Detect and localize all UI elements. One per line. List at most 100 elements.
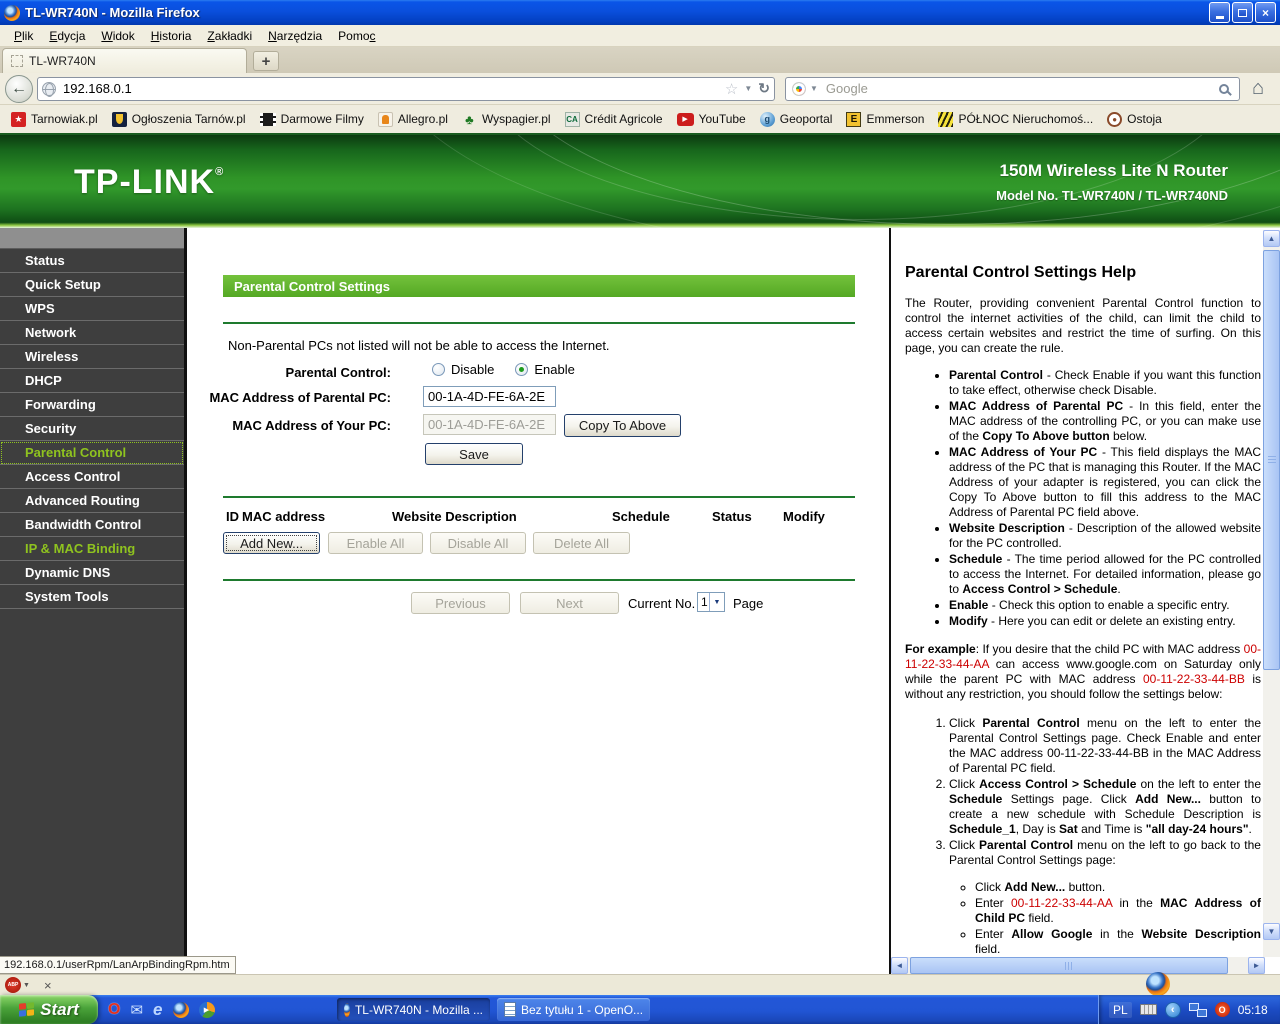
firefox-quicklaunch-icon[interactable]	[173, 1002, 189, 1018]
disable-all-button[interactable]: Disable All	[430, 532, 526, 554]
search-engine-dropdown-icon[interactable]: ▼	[810, 84, 818, 93]
outlook-express-icon[interactable]: ✉	[130, 1001, 143, 1019]
previous-button[interactable]: Previous	[411, 592, 510, 614]
minimize-button[interactable]	[1209, 2, 1230, 23]
save-button[interactable]: Save	[425, 443, 523, 465]
help-vertical-scrollbar[interactable]: ▲ ▼	[1263, 230, 1280, 957]
help-horizontal-scrollbar[interactable]: ◄ ►	[891, 957, 1265, 974]
task-openoffice[interactable]: Bez tytułu 1 - OpenO...	[497, 998, 650, 1021]
bookmark-tarnowiak[interactable]: ★Tarnowiak.pl	[6, 110, 103, 129]
enable-radio-label[interactable]: Enable	[534, 362, 574, 377]
page-select[interactable]: 1 ▼	[697, 592, 725, 612]
url-dropdown-icon[interactable]: ▼	[744, 84, 752, 93]
add-new-button[interactable]: Add New...	[223, 532, 320, 554]
sidebar-item-bandwidth-control[interactable]: Bandwidth Control	[0, 513, 184, 537]
geoportal-globe-icon: g	[760, 112, 775, 127]
enable-radio[interactable]	[515, 363, 528, 376]
your-mac-input	[423, 414, 556, 435]
sidebar-item-ip-mac-binding[interactable]: IP & MAC Binding	[0, 537, 184, 561]
select-arrow-icon[interactable]: ▼	[709, 593, 724, 611]
bookmark-wyspagier[interactable]: ♣Wyspagier.pl	[457, 110, 556, 129]
search-magnifier-icon[interactable]	[1219, 84, 1229, 94]
bookmark-ostoja[interactable]: ●Ostoja	[1102, 110, 1167, 129]
bookmark-credit-agricole[interactable]: CACrédit Agricole	[560, 110, 668, 129]
disable-radio-label[interactable]: Disable	[451, 362, 494, 377]
minimize-icon	[1216, 16, 1224, 19]
sidebar-item-dhcp[interactable]: DHCP	[0, 369, 184, 393]
home-button[interactable]: ⌂	[1252, 77, 1264, 100]
keyboard-layout-icon[interactable]	[1140, 1004, 1157, 1015]
menu-narzedzia[interactable]: Narzędzia	[260, 26, 330, 46]
start-button[interactable]: Start	[0, 995, 98, 1024]
bookmark-darmowe-filmy[interactable]: Darmowe Filmy	[255, 110, 369, 128]
url-text[interactable]: 192.168.0.1	[63, 81, 725, 96]
sidebar-item-security[interactable]: Security	[0, 417, 184, 441]
reload-icon[interactable]: ↻	[758, 80, 770, 97]
parental-mac-label: MAC Address of Parental PC:	[187, 390, 391, 405]
help-title: Parental Control Settings Help	[905, 264, 1261, 282]
network-tray-icon[interactable]	[1189, 1003, 1207, 1017]
scroll-left-icon[interactable]: ◄	[891, 957, 908, 974]
scroll-right-icon[interactable]: ►	[1248, 957, 1265, 974]
sidebar-item-parental-control[interactable]: Parental Control	[0, 441, 184, 465]
close-button[interactable]: ×	[1255, 2, 1276, 23]
sidebar-item-status[interactable]: Status	[0, 249, 184, 273]
restore-button[interactable]	[1232, 2, 1253, 23]
copy-to-above-button[interactable]: Copy To Above	[564, 414, 681, 437]
sidebar-item-dynamic-dns[interactable]: Dynamic DNS	[0, 561, 184, 585]
bookmark-ogloszenia-tarnow[interactable]: Ogłoszenia Tarnów.pl	[107, 110, 251, 129]
sidebar-item-advanced-routing[interactable]: Advanced Routing	[0, 489, 184, 513]
site-globe-icon	[42, 82, 56, 96]
menu-zakladki[interactable]: Zakładki	[199, 26, 260, 46]
enable-all-button[interactable]: Enable All	[328, 532, 423, 554]
product-name: 150M Wireless Lite N Router	[996, 161, 1228, 181]
addon-bar: ABP ▼ ×	[0, 974, 1280, 995]
sidebar-item-wps[interactable]: WPS	[0, 297, 184, 321]
tab-tl-wr740n[interactable]: TL-WR740N	[2, 48, 247, 73]
menu-historia[interactable]: Historia	[143, 26, 200, 46]
vertical-scroll-thumb[interactable]	[1263, 250, 1280, 670]
adblock-dropdown-icon[interactable]: ▼	[23, 982, 30, 989]
sidebar-item-system-tools[interactable]: System Tools	[0, 585, 184, 609]
language-indicator[interactable]: PL	[1109, 1002, 1132, 1018]
url-bar[interactable]: 192.168.0.1 ☆ ▼ ↻	[37, 77, 775, 101]
delete-all-button[interactable]: Delete All	[533, 532, 630, 554]
bookmark-emmerson[interactable]: EEmmerson	[841, 110, 929, 129]
sidebar-item-forwarding[interactable]: Forwarding	[0, 393, 184, 417]
sidebar-item-access-control[interactable]: Access Control	[0, 465, 184, 489]
new-tab-button[interactable]: +	[253, 51, 279, 71]
bookmark-polnoc[interactable]: PÓŁNOC Nieruchomoś...	[933, 110, 1098, 129]
opera-tray-icon[interactable]: O	[1215, 1002, 1230, 1017]
tarnow-crest-icon	[112, 112, 127, 127]
menu-edycja[interactable]: Edycja	[41, 26, 93, 46]
bookmark-allegro[interactable]: Allegro.pl	[373, 110, 453, 129]
scroll-down-icon[interactable]: ▼	[1263, 923, 1280, 940]
search-placeholder[interactable]: Google	[826, 81, 1219, 96]
sidebar-item-network[interactable]: Network	[0, 321, 184, 345]
bookmark-star-icon[interactable]: ☆	[725, 80, 738, 98]
sidebar-item-wireless[interactable]: Wireless	[0, 345, 184, 369]
addon-bar-close-button[interactable]: ×	[44, 978, 52, 993]
col-header-schedule: Schedule	[612, 509, 670, 524]
internet-explorer-icon[interactable]: e	[153, 1000, 162, 1020]
menu-plik[interactable]: Plik	[6, 26, 41, 46]
menu-widok[interactable]: Widok	[93, 26, 142, 46]
disable-radio[interactable]	[432, 363, 445, 376]
next-button[interactable]: Next	[520, 592, 619, 614]
back-button[interactable]: ←	[5, 75, 33, 103]
adblock-plus-icon[interactable]: ABP	[5, 977, 21, 993]
horizontal-scroll-thumb[interactable]	[910, 957, 1228, 974]
parental-mac-input[interactable]	[423, 386, 556, 407]
media-player-icon[interactable]: ▶	[199, 1002, 215, 1018]
sidebar-item-quick-setup[interactable]: Quick Setup	[0, 273, 184, 297]
model-number: Model No. TL-WR740N / TL-WR740ND	[996, 188, 1228, 203]
task-firefox[interactable]: TL-WR740N - Mozilla ...	[337, 998, 490, 1021]
search-bar[interactable]: ▼ Google	[785, 77, 1240, 101]
opera-quicklaunch-icon[interactable]: O	[108, 1001, 120, 1019]
help-substeps: Click Add New... button. Enter 00-11-22-…	[949, 880, 1261, 957]
hide-icons-chevron-icon[interactable]: ‹	[1165, 1002, 1181, 1018]
bookmark-youtube[interactable]: ▶YouTube	[672, 110, 751, 128]
menu-pomoc[interactable]: Pomoc	[330, 26, 383, 46]
scroll-up-icon[interactable]: ▲	[1263, 230, 1280, 247]
bookmark-geoportal[interactable]: gGeoportal	[755, 110, 838, 129]
